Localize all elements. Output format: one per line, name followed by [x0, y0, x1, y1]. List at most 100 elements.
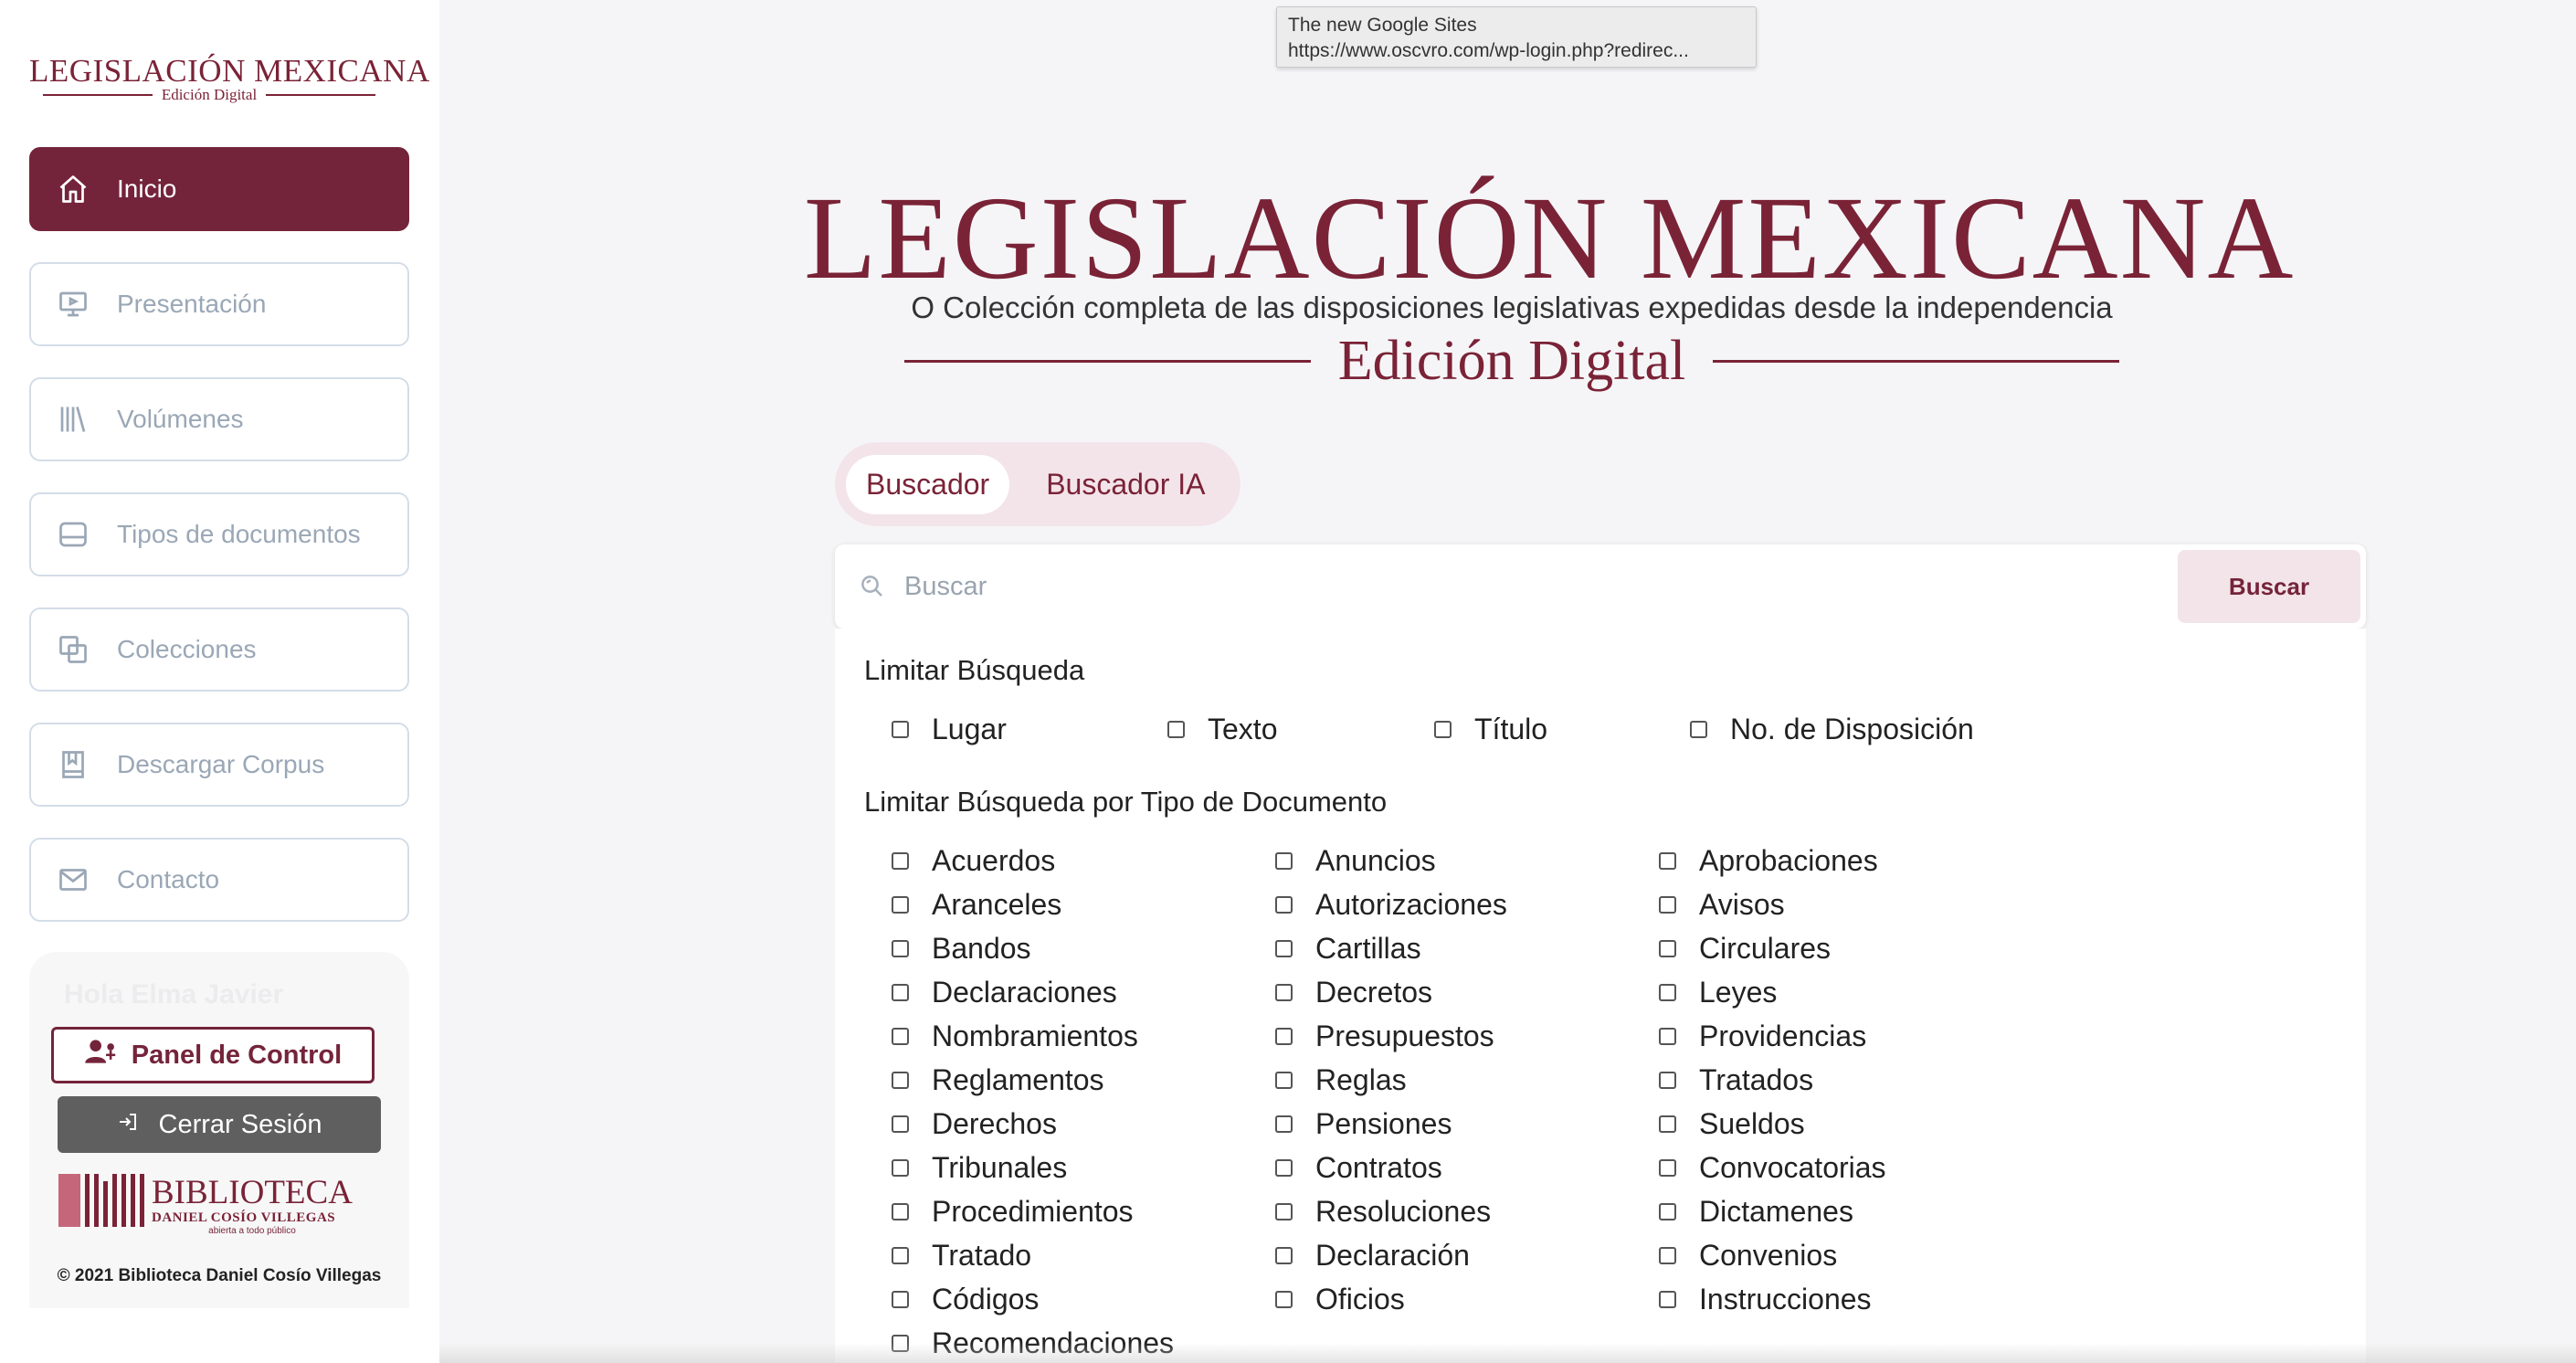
sidebar-item-label: Colecciones [117, 635, 257, 663]
sidebar-item-tipos-documentos[interactable]: Tipos de documentos [29, 492, 409, 576]
filter-checkbox-row[interactable]: Derechos [892, 1107, 1057, 1141]
filter-checkbox-row[interactable]: Convenios [1659, 1239, 1837, 1273]
checkbox[interactable] [1275, 1159, 1293, 1177]
checkbox[interactable] [1659, 1203, 1676, 1220]
filter-checkbox-row[interactable]: Texto [1167, 713, 1277, 746]
filter-checkbox-row[interactable]: Título [1434, 713, 1547, 746]
checkbox[interactable] [1659, 984, 1676, 1001]
filter-checkbox-row[interactable]: No. de Disposición [1690, 713, 1974, 746]
filter-checkbox-row[interactable]: Tratado [892, 1239, 1031, 1273]
filter-checkbox-row[interactable]: Oficios [1275, 1283, 1405, 1316]
logout-icon [117, 1110, 139, 1140]
checkbox[interactable] [892, 1247, 909, 1264]
filter-checkbox-row[interactable]: Acuerdos [892, 844, 1055, 878]
checkbox[interactable] [892, 1291, 909, 1308]
checkbox[interactable] [1659, 1028, 1676, 1045]
filter-checkbox-row[interactable]: Lugar [892, 713, 1007, 746]
checkbox[interactable] [892, 1072, 909, 1089]
filter-checkbox-row[interactable]: Declaración [1275, 1239, 1470, 1273]
checkbox[interactable] [1275, 1115, 1293, 1133]
checkbox[interactable] [1659, 1115, 1676, 1133]
checkbox[interactable] [1275, 1247, 1293, 1264]
filter-checkbox-row[interactable]: Presupuestos [1275, 1020, 1494, 1053]
library-subtitle: DANIEL COSÍO VILLEGAS [152, 1210, 336, 1225]
sidebar-item-colecciones[interactable]: Colecciones [29, 608, 409, 692]
checkbox[interactable] [892, 984, 909, 1001]
filter-checkbox-row[interactable]: Cartillas [1275, 932, 1421, 966]
sidebar-item-descargar-corpus[interactable]: Descargar Corpus [29, 723, 409, 807]
search-input[interactable] [903, 570, 2178, 603]
filter-checkbox-row[interactable]: Bandos [892, 932, 1031, 966]
library-logo[interactable]: BIBLIOTECA DANIEL COSÍO VILLEGAS abierta… [58, 1174, 353, 1238]
filter-checkbox-row[interactable]: Códigos [892, 1283, 1039, 1316]
checkbox[interactable] [1659, 1291, 1676, 1308]
filter-checkbox-row[interactable]: Convocatorias [1659, 1151, 1886, 1185]
checkbox[interactable] [1659, 896, 1676, 914]
sidebar-item-presentacion[interactable]: Presentación [29, 262, 409, 346]
filter-checkbox-row[interactable]: Procedimientos [892, 1195, 1134, 1229]
filter-checkbox-row[interactable]: Instrucciones [1659, 1283, 1872, 1316]
filter-checkbox-row[interactable]: Tribunales [892, 1151, 1067, 1185]
filter-checkbox-row[interactable]: Sueldos [1659, 1107, 1805, 1141]
filter-checkbox-row[interactable]: Reglamentos [892, 1063, 1104, 1097]
checkbox[interactable] [1434, 721, 1452, 738]
logo-title: LEGISLACIÓN MEXICANA [29, 53, 430, 89]
checkbox[interactable] [892, 1203, 909, 1220]
checkbox[interactable] [892, 1159, 909, 1177]
checkbox-label: Resoluciones [1315, 1195, 1492, 1228]
tab-buscador[interactable]: Buscador [846, 454, 1010, 514]
filter-checkbox-row[interactable]: Declaraciones [892, 976, 1117, 1009]
filter-checkbox-row[interactable]: Contratos [1275, 1151, 1442, 1185]
checkbox[interactable] [892, 1115, 909, 1133]
tab-buscador-ia[interactable]: Buscador IA [1026, 455, 1225, 514]
checkbox[interactable] [892, 896, 909, 914]
site-logo[interactable]: LEGISLACIÓN MEXICANA Edición Digital [29, 53, 430, 104]
checkbox[interactable] [1659, 940, 1676, 957]
window-bottom-edge [439, 1343, 2576, 1363]
search-button[interactable]: Buscar [2178, 550, 2360, 623]
filter-checkbox-row[interactable]: Providencias [1659, 1020, 1866, 1053]
checkbox[interactable] [1659, 1072, 1676, 1089]
filter-checkbox-row[interactable]: Aprobaciones [1659, 844, 1878, 878]
checkbox[interactable] [1275, 940, 1293, 957]
filter-checkbox-row[interactable]: Leyes [1659, 976, 1777, 1009]
checkbox[interactable] [892, 852, 909, 870]
filter-checkbox-row[interactable]: Avisos [1659, 888, 1785, 922]
checkbox[interactable] [1275, 1072, 1293, 1089]
filter-checkbox-row[interactable]: Autorizaciones [1275, 888, 1507, 922]
checkbox[interactable] [1167, 721, 1185, 738]
filter-checkbox-row[interactable]: Aranceles [892, 888, 1061, 922]
checkbox[interactable] [1275, 1203, 1293, 1220]
checkbox[interactable] [1690, 721, 1707, 738]
checkbox[interactable] [892, 1028, 909, 1045]
checkbox[interactable] [892, 721, 909, 738]
doc-type-filter-title: Limitar Búsqueda por Tipo de Documento [864, 786, 1388, 818]
checkbox[interactable] [1659, 1247, 1676, 1264]
filter-checkbox-row[interactable]: Tratados [1659, 1063, 1813, 1097]
filter-checkbox-row[interactable]: Anuncios [1275, 844, 1436, 878]
sidebar-item-contacto[interactable]: Contacto [29, 838, 409, 922]
filter-checkbox-row[interactable]: Pensiones [1275, 1107, 1452, 1141]
checkbox[interactable] [1275, 852, 1293, 870]
sidebar-item-volumenes[interactable]: Volúmenes [29, 377, 409, 461]
checkbox[interactable] [1275, 1028, 1293, 1045]
checkbox[interactable] [1659, 1159, 1676, 1177]
library-tagline: abierta a todo público [208, 1226, 296, 1236]
checkbox[interactable] [1275, 896, 1293, 914]
checkbox-label: Cartillas [1315, 932, 1421, 965]
checkbox[interactable] [1275, 984, 1293, 1001]
users-cog-icon [84, 1037, 119, 1073]
filter-checkbox-row[interactable]: Circulares [1659, 932, 1831, 966]
filter-checkbox-row[interactable]: Resoluciones [1275, 1195, 1491, 1229]
checkbox[interactable] [892, 940, 909, 957]
user-greeting: Hola Elma Javier [64, 979, 284, 1009]
sidebar-item-inicio[interactable]: Inicio [29, 147, 409, 231]
filter-checkbox-row[interactable]: Dictamenes [1659, 1195, 1853, 1229]
filter-checkbox-row[interactable]: Nombramientos [892, 1020, 1138, 1053]
logout-button[interactable]: Cerrar Sesión [58, 1096, 381, 1153]
filter-checkbox-row[interactable]: Reglas [1275, 1063, 1407, 1097]
checkbox[interactable] [1659, 852, 1676, 870]
filter-checkbox-row[interactable]: Decretos [1275, 976, 1432, 1009]
checkbox[interactable] [1275, 1291, 1293, 1308]
control-panel-button[interactable]: Panel de Control [51, 1027, 375, 1083]
